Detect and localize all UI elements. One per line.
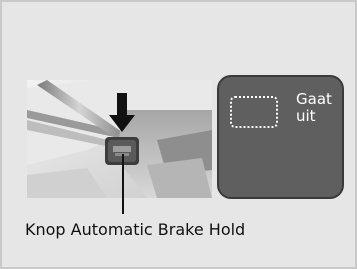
button-caption: Knop Automatic Brake Hold: [25, 220, 246, 239]
brake-hold-indicator-icon: [230, 96, 278, 128]
display-panel: Gaat uit: [217, 75, 344, 199]
status-line-2: uit: [296, 107, 316, 125]
down-arrow-icon: [109, 93, 135, 132]
indicator-status-text: Gaat uit: [296, 91, 344, 125]
callout-leader-line: [122, 154, 124, 214]
manual-illustration: Gaat uit Knop Automatic Brake Hold: [0, 0, 357, 269]
status-line-1: Gaat: [296, 90, 332, 108]
